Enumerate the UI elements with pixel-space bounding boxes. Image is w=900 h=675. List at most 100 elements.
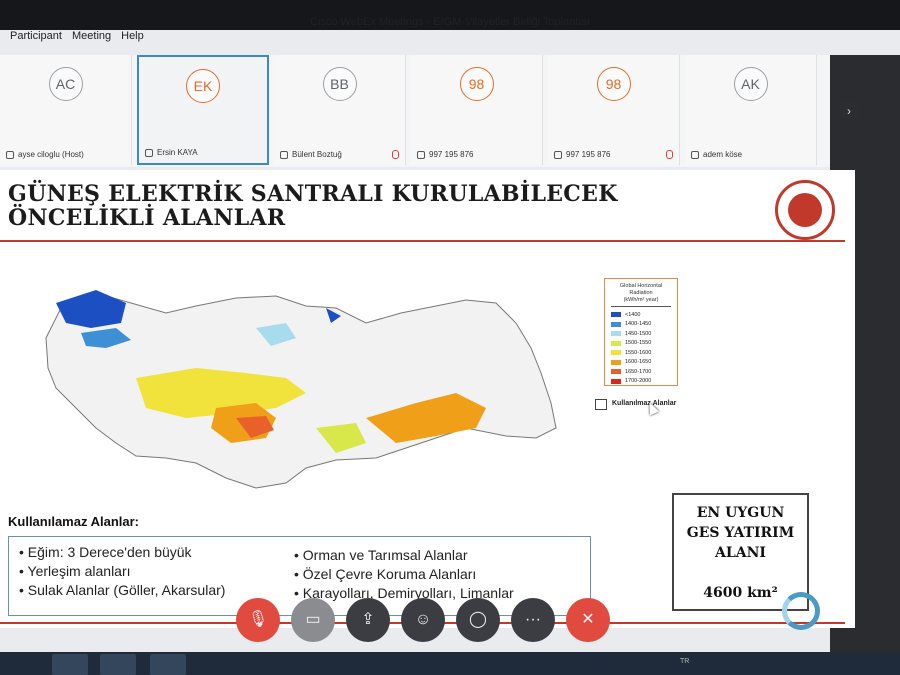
audio-icon: [417, 150, 425, 159]
chat-button[interactable]: ◯: [456, 598, 500, 642]
result-line2: GES YATIRIM: [686, 525, 795, 541]
list-item: Özel Çevre Koruma Alanları: [294, 565, 514, 584]
result-line3: ALANI: [715, 545, 766, 561]
participant-tile[interactable]: AC ayse ciloglu (Host): [0, 55, 132, 165]
legend-item: 1550-1600: [611, 348, 671, 358]
participant-name-text: Bülent Boztuğ: [292, 150, 342, 159]
participant-name-text: 997 195 876: [566, 150, 611, 159]
participants-button[interactable]: ☺: [401, 598, 445, 642]
list-item: Orman ve Tarımsal Alanlar: [294, 546, 514, 565]
participant-name-text: Ersin KAYA: [157, 148, 198, 157]
legend-item: 1600-1650: [611, 358, 671, 368]
menu-meeting[interactable]: Meeting: [72, 30, 111, 48]
legend-title: Global Horizontal Radiation (kWh/m² year…: [611, 283, 671, 307]
legend-label: 1600-1650: [625, 359, 652, 366]
result-line1: EN UYGUN: [696, 505, 785, 521]
leave-button[interactable]: ✕: [566, 598, 610, 642]
participant-name: Ersin KAYA: [145, 148, 198, 157]
menu-help[interactable]: Help: [121, 30, 144, 48]
audio-icon: [145, 148, 153, 157]
meeting-toolbar: 🎙 ▭ ⇪ ☺ ◯ ··· ✕: [236, 598, 610, 644]
participant-name-text: adem köse: [703, 150, 743, 159]
legend-title-line1: Global Horizontal Radiation: [619, 283, 663, 296]
legend-swatch: [611, 331, 621, 337]
avatar: 98: [459, 67, 494, 101]
avatar: BB: [322, 67, 357, 101]
legend-label: 1700-2000: [625, 378, 652, 385]
list-item: Sulak Alanlar (Göller, Akarsular): [19, 581, 226, 600]
next-participants-icon[interactable]: ›: [838, 100, 860, 122]
turkey-radiation-map: [45, 290, 557, 489]
avatar: AC: [48, 67, 83, 101]
legend-title-line2: (kWh/m² year): [623, 297, 659, 303]
participant-name: 997 195 876: [417, 150, 474, 159]
ministry-seal-icon: [775, 180, 835, 240]
result-box: EN UYGUN GES YATIRIM ALANI 4600 km²: [672, 493, 809, 611]
criteria-column-1: Eğim: 3 Derece'den büyük Yerleşim alanla…: [19, 543, 226, 600]
menu-participant[interactable]: Participant: [10, 30, 62, 48]
participant-tile[interactable]: 98 997 195 876: [411, 55, 543, 165]
mute-button[interactable]: 🎙: [236, 598, 280, 642]
legend-swatch: [611, 369, 621, 375]
participant-name: 997 195 876: [554, 150, 611, 159]
participant-name: Bülent Boztuğ: [280, 150, 342, 159]
slide-title-line2: ÖNCELİKLİ ALANLAR: [8, 205, 286, 231]
shared-slide: GÜNEŞ ELEKTRİK SANTRALI KURULABİLECEK ÖN…: [0, 170, 855, 628]
participant-name-text: 997 195 876: [429, 150, 474, 159]
loading-spinner-icon: [782, 592, 820, 630]
legend-swatch: [611, 321, 621, 327]
unusable-areas-heading: Kullanılamaz Alanlar:: [8, 514, 139, 529]
webex-taskbar-icon[interactable]: [150, 654, 186, 675]
unused-area-label: Kullanılmaz Alanlar: [612, 400, 677, 407]
legend-item: 1650-1700: [611, 367, 671, 377]
participant-strip: AC ayse ciloglu (Host) EK Ersin KAYA BB Bülen…: [0, 55, 830, 167]
unused-area-swatch: [595, 399, 607, 410]
legend-label: 1450-1500: [625, 330, 652, 337]
participant-tile[interactable]: BB Bülent Boztuğ: [274, 55, 406, 165]
avatar: AK: [733, 67, 768, 101]
menu-bar: Participant Meeting Help: [10, 30, 144, 48]
legend-item: 1500-1550: [611, 339, 671, 349]
legend-label: 1550-1600: [625, 349, 652, 356]
list-item: Eğim: 3 Derece'den büyük: [19, 543, 225, 562]
legend-swatch: [611, 359, 621, 365]
avatar: 98: [596, 67, 631, 101]
participant-name: ayse ciloglu (Host): [6, 150, 84, 159]
language-indicator[interactable]: TR: [680, 658, 689, 665]
outlook-taskbar-icon[interactable]: [52, 654, 88, 675]
video-button[interactable]: ▭: [291, 598, 335, 642]
legend-swatch: [611, 312, 621, 318]
legend-swatch: [611, 340, 621, 346]
legend-label: 1500-1550: [625, 340, 652, 347]
legend-swatch: [611, 378, 621, 384]
taskbar: TR: [0, 652, 900, 675]
avatar: EK: [186, 69, 220, 103]
share-button[interactable]: ⇪: [346, 598, 390, 642]
legend-label: 1400-1450: [625, 321, 652, 328]
audio-icon: [554, 150, 562, 159]
audio-icon: [6, 150, 14, 159]
map-legend: Global Horizontal Radiation (kWh/m² year…: [604, 278, 678, 386]
legend-label: <1400: [625, 311, 641, 318]
criteria-column-2: Orman ve Tarımsal Alanlar Özel Çevre Kor…: [294, 546, 514, 603]
more-button[interactable]: ···: [511, 598, 555, 642]
audio-icon: [280, 150, 288, 159]
legend-item: 1400-1450: [611, 320, 671, 330]
slide-title-line1: GÜNEŞ ELEKTRİK SANTRALI KURULABİLECEK: [8, 181, 618, 207]
participant-tile[interactable]: EK Ersin KAYA: [137, 55, 269, 165]
legend-swatch: [611, 350, 621, 356]
legend-item: 1450-1500: [611, 329, 671, 339]
legend-label: 1650-1700: [625, 368, 652, 375]
participant-name: adem köse: [691, 150, 742, 159]
slide-title: GÜNEŞ ELEKTRİK SANTRALI KURULABİLECEK ÖN…: [8, 182, 618, 230]
legend-item: 1700-2000: [611, 377, 671, 387]
legend-item: <1400: [611, 310, 671, 320]
title-divider: [0, 240, 845, 242]
participant-tile[interactable]: 98 997 195 876: [548, 55, 680, 165]
list-item: Yerleşim alanları: [19, 562, 225, 581]
participant-tile[interactable]: AK adem köse: [685, 55, 817, 165]
audio-icon: [691, 150, 699, 159]
muted-mic-icon: [666, 150, 673, 159]
ie-taskbar-icon[interactable]: [100, 654, 136, 675]
muted-mic-icon: [392, 150, 399, 159]
